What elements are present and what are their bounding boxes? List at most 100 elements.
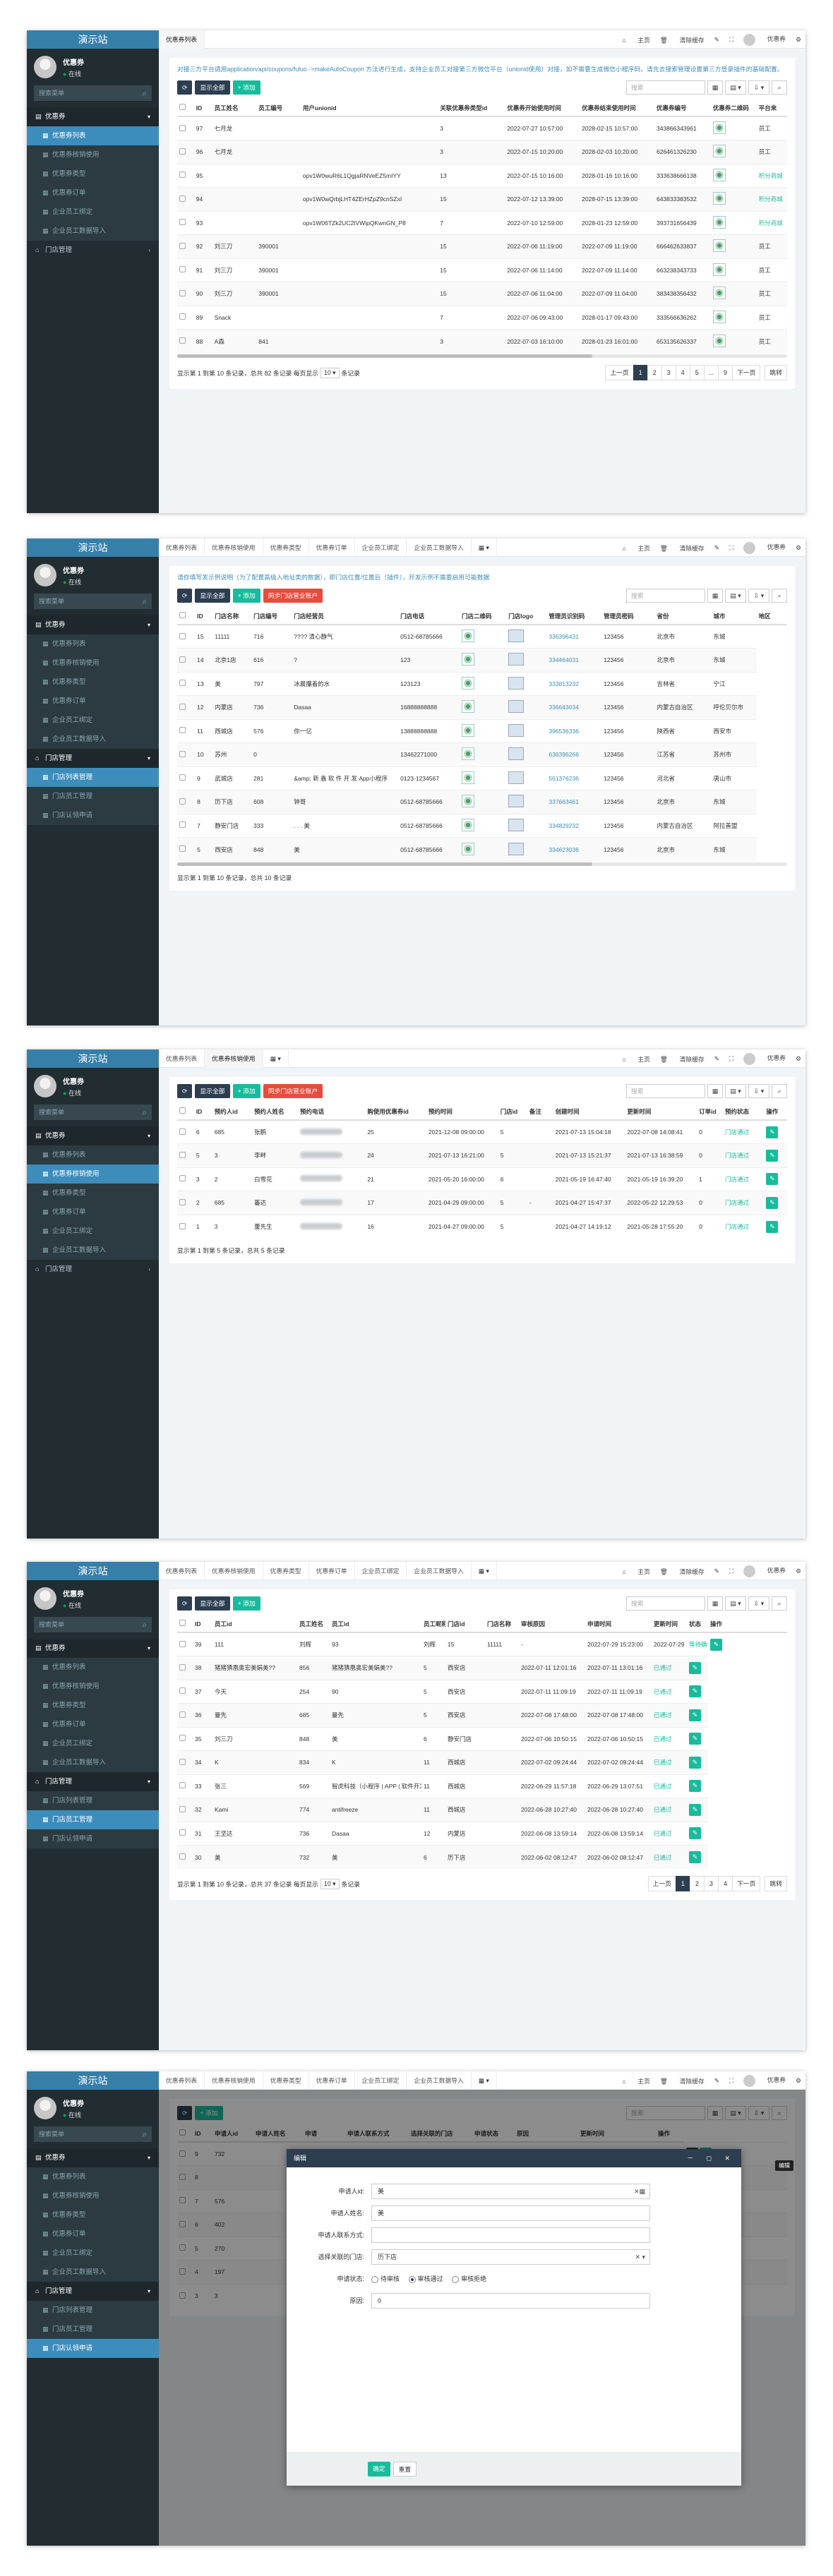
- sidebar-item-coupon-order[interactable]: ▦ 优惠券订单: [27, 2225, 159, 2244]
- horizontal-scrollbar[interactable]: [177, 862, 787, 866]
- clear-cache-button[interactable]: 🗑 清除缓存: [660, 35, 705, 44]
- add-button[interactable]: + 添加: [232, 1084, 260, 1098]
- tab-item[interactable]: 企业员工绑定: [355, 1562, 407, 1580]
- sidebar-item-coupon-order[interactable]: ▦ 优惠券订单: [27, 183, 159, 203]
- chevron-down-icon[interactable]: ✕ ▾: [635, 2250, 645, 2264]
- gear-icon[interactable]: ⚙: [796, 1567, 801, 1575]
- checkbox[interactable]: [179, 1853, 186, 1860]
- sidebar-group-coupon[interactable]: ▤ 优惠券 ▾: [27, 615, 159, 634]
- checkbox[interactable]: [179, 148, 186, 155]
- checkbox[interactable]: [179, 1175, 186, 1182]
- tab-item[interactable]: 企业员工绑定: [355, 538, 407, 557]
- sidebar-item-coupon-type[interactable]: ▦ 优惠券类型: [27, 1696, 159, 1715]
- sidebar-item-coupon-type[interactable]: ▦ 优惠券类型: [27, 673, 159, 692]
- page-button[interactable]: 4: [675, 365, 690, 380]
- clear-cache-button[interactable]: 🗑 清除缓存: [660, 1054, 705, 1064]
- sidebar-item-coupon-type[interactable]: ▦ 优惠券类型: [27, 2205, 159, 2225]
- select-all-checkbox[interactable]: [177, 1615, 193, 1633]
- sidebar-item-staff-bind[interactable]: ▦ 企业员工绑定: [27, 711, 159, 730]
- page-button[interactable]: 4: [717, 1876, 733, 1891]
- sidebar-group-coupon[interactable]: ▤ 优惠券 ▾: [27, 1126, 159, 1145]
- sidebar-group-store[interactable]: ⌂ 门店管理 ▾: [27, 1772, 159, 1791]
- add-button[interactable]: + 添加: [232, 1596, 260, 1611]
- home-link[interactable]: ⌂ 主页: [623, 1567, 650, 1576]
- sidebar-item-store-staff[interactable]: ▦ 门店员工管理: [27, 2320, 159, 2339]
- export-dropdown[interactable]: ⇩ ▾: [748, 1084, 769, 1098]
- columns-dropdown[interactable]: ▤ ▾: [725, 589, 746, 603]
- sidebar-item-coupon-order[interactable]: ▦ 优惠券订单: [27, 1715, 159, 1734]
- tab-item[interactable]: 优惠券列表: [159, 2071, 205, 2090]
- checkbox[interactable]: [179, 1640, 186, 1647]
- page-button[interactable]: 5: [689, 365, 705, 380]
- horizontal-scrollbar[interactable]: [177, 354, 787, 358]
- sidebar-item-store-claim[interactable]: ▦ 门店认领申请: [27, 2339, 159, 2358]
- page-button[interactable]: 下一页: [731, 1876, 761, 1891]
- checkbox[interactable]: [179, 1805, 186, 1812]
- export-dropdown[interactable]: ⇩ ▾: [748, 589, 769, 603]
- sidebar-item-coupon-use[interactable]: ▦ 优惠券核销使用: [27, 654, 159, 673]
- edit-icon[interactable]: ✎: [766, 1196, 779, 1209]
- checkbox[interactable]: [179, 1829, 186, 1836]
- checkbox[interactable]: [179, 242, 186, 249]
- gear-icon[interactable]: ⚙: [796, 1055, 801, 1063]
- confirm-button[interactable]: 确定: [368, 2461, 390, 2476]
- search-input[interactable]: 搜索: [626, 80, 705, 95]
- advanced-search-icon[interactable]: ⌕: [772, 1596, 787, 1611]
- sidebar-item-staff-import[interactable]: ▦ 企业员工数据导入: [27, 730, 159, 749]
- select-all-checkbox[interactable]: [177, 1103, 194, 1121]
- fullscreen-icon[interactable]: ⛶: [729, 1055, 733, 1063]
- fullscreen-icon[interactable]: ⛶: [729, 1567, 733, 1575]
- search-input[interactable]: 搜索: [626, 1596, 705, 1611]
- edit-icon[interactable]: ✎: [766, 1220, 779, 1233]
- checkbox[interactable]: [179, 266, 186, 273]
- checkbox[interactable]: [179, 1620, 186, 1626]
- page-button[interactable]: 9: [717, 365, 733, 380]
- select-all-checkbox[interactable]: [177, 608, 196, 625]
- clear-cache-button[interactable]: 🗑 清除缓存: [660, 2076, 705, 2086]
- fullscreen-icon[interactable]: ⛶: [729, 2077, 733, 2085]
- tab-coupon-list[interactable]: 优惠券列表: [159, 30, 205, 49]
- tabs-dropdown-icon[interactable]: ▦ ▾: [472, 2071, 497, 2090]
- select-clear-icon[interactable]: ✕▦: [634, 2184, 645, 2198]
- checkbox[interactable]: [179, 289, 186, 296]
- app-logo[interactable]: 演示站: [27, 30, 159, 49]
- checkbox[interactable]: [179, 1151, 186, 1158]
- checkbox[interactable]: [179, 821, 186, 829]
- menu-search-input[interactable]: 搜索菜单: [34, 85, 152, 101]
- refresh-button[interactable]: ⟳: [177, 589, 193, 603]
- edit-icon[interactable]: ✎: [689, 1780, 701, 1793]
- page-button[interactable]: 2: [647, 365, 662, 380]
- sidebar-item-staff-import[interactable]: ▦ 企业员工数据导入: [27, 1241, 159, 1260]
- gear-icon[interactable]: ⚙: [796, 36, 801, 44]
- checkbox[interactable]: [179, 798, 186, 805]
- gear-icon[interactable]: ⚙: [796, 544, 801, 552]
- tabs-dropdown-icon[interactable]: ▦ ▾: [472, 1562, 497, 1580]
- tabs-dropdown-icon[interactable]: ▦ ▾: [263, 1049, 289, 1068]
- sidebar-group-store[interactable]: ⌂ 门店管理 ▾: [27, 2282, 159, 2301]
- sidebar-item-coupon-use[interactable]: ▦ 优惠券核销使用: [27, 145, 159, 164]
- fullscreen-icon[interactable]: ⛶: [729, 36, 733, 44]
- fullscreen-icon[interactable]: ⛶: [729, 544, 733, 552]
- sidebar-item-store-staff[interactable]: ▦ 门店员工管理: [27, 1810, 159, 1829]
- gear-icon[interactable]: ⚙: [796, 2077, 801, 2085]
- checkbox[interactable]: [179, 1711, 186, 1718]
- sync-store-account-button[interactable]: 同步门店营业账户: [263, 1084, 323, 1098]
- tab-item[interactable]: 企业员工数据导入: [407, 1562, 472, 1580]
- menu-search-input[interactable]: 搜索菜单: [34, 1617, 152, 1632]
- tab-item[interactable]: 企业员工数据导入: [407, 538, 472, 557]
- checkbox[interactable]: [179, 1198, 186, 1205]
- sidebar-item-store-list[interactable]: ▦ 门店列表管理: [27, 2301, 159, 2320]
- tab-item[interactable]: 优惠券类型: [263, 2071, 309, 2090]
- tab-item[interactable]: 优惠券类型: [263, 538, 309, 557]
- edit-icon[interactable]: ✎: [689, 1709, 701, 1721]
- refresh-button[interactable]: ⟳: [177, 80, 193, 95]
- app-logo[interactable]: 演示站: [27, 1049, 159, 1068]
- sidebar-item-coupon-use[interactable]: ▦ 优惠券核销使用: [27, 1164, 159, 1184]
- edit-icon[interactable]: ✎: [689, 1803, 701, 1816]
- page-size-select[interactable]: 10 ▾: [320, 1878, 340, 1889]
- app-logo[interactable]: 演示站: [27, 1562, 159, 1580]
- checkbox[interactable]: [179, 680, 186, 687]
- add-button[interactable]: + 添加: [232, 80, 260, 95]
- checkbox[interactable]: [179, 171, 186, 179]
- reason-input[interactable]: 0: [371, 2292, 650, 2309]
